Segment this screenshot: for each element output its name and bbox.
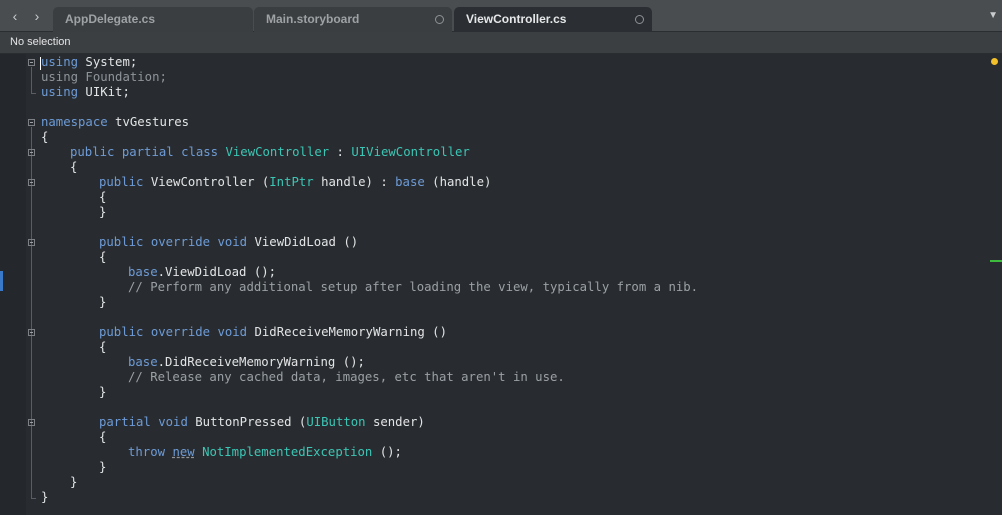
keyword: new bbox=[172, 445, 195, 459]
keyword: public bbox=[70, 145, 115, 159]
code-token: System; bbox=[78, 55, 138, 69]
keyword: using bbox=[41, 70, 79, 84]
keyword: base bbox=[128, 265, 158, 279]
code-line: { bbox=[99, 430, 107, 444]
tab-label: AppDelegate.cs bbox=[65, 12, 156, 26]
code-line: using UIKit; bbox=[41, 85, 130, 100]
fold-toggle-icon[interactable] bbox=[28, 329, 35, 336]
code-editor[interactable]: using System; using Foundation; using UI… bbox=[0, 54, 1002, 515]
fold-toggle-icon[interactable] bbox=[28, 119, 35, 126]
fold-toggle-icon[interactable] bbox=[28, 179, 35, 186]
tab-appdelegate[interactable]: AppDelegate.cs bbox=[53, 7, 253, 32]
forward-arrow-icon[interactable]: › bbox=[30, 9, 44, 23]
keyword: base bbox=[395, 175, 425, 189]
code-line: base.DidReceiveMemoryWarning (); bbox=[128, 355, 365, 370]
fold-toggle-icon[interactable] bbox=[28, 419, 35, 426]
code-token: UIKit; bbox=[78, 85, 130, 99]
back-arrow-icon[interactable]: ‹ bbox=[8, 9, 22, 23]
current-line-marker bbox=[0, 271, 3, 291]
type-name: IntPtr bbox=[269, 175, 314, 189]
code-line: public ViewController (IntPtr handle) : … bbox=[99, 175, 491, 190]
fold-toggle-icon[interactable] bbox=[28, 59, 35, 66]
code-token: DidReceiveMemoryWarning () bbox=[247, 325, 447, 339]
code-token: ViewDidLoad () bbox=[247, 235, 359, 249]
fold-toggle-icon[interactable] bbox=[28, 149, 35, 156]
code-line: namespace tvGestures bbox=[41, 115, 189, 130]
type-name: NotImplementedException bbox=[202, 445, 373, 459]
type-name: UIButton bbox=[306, 415, 366, 429]
keyword: base bbox=[128, 355, 158, 369]
code-token: : bbox=[329, 145, 352, 159]
keyword: void bbox=[217, 325, 248, 339]
code-line: } bbox=[99, 205, 107, 219]
keyword: void bbox=[158, 415, 188, 429]
keyword: class bbox=[181, 145, 219, 159]
keyword: public bbox=[99, 175, 144, 189]
tab-label: Main.storyboard bbox=[266, 12, 360, 26]
keyword: override bbox=[150, 235, 211, 249]
type-name: ViewController bbox=[225, 145, 330, 159]
fold-guide-end bbox=[31, 498, 36, 499]
tab-label: ViewController.cs bbox=[466, 12, 567, 26]
keyword: public bbox=[99, 325, 144, 339]
keyword: partial bbox=[121, 145, 174, 159]
line-gutter bbox=[0, 54, 26, 515]
code-line: { bbox=[99, 250, 107, 264]
code-token: ViewController ( bbox=[143, 175, 270, 189]
code-token: .DidReceiveMemoryWarning (); bbox=[157, 355, 365, 369]
code-line: { bbox=[41, 130, 49, 144]
code-line: { bbox=[99, 190, 107, 204]
code-token: ButtonPressed ( bbox=[187, 415, 307, 429]
code-comment: // Release any cached data, images, etc … bbox=[128, 370, 565, 384]
code-token: .ViewDidLoad (); bbox=[157, 265, 277, 279]
code-line: partial void ButtonPressed (UIButton sen… bbox=[99, 415, 425, 430]
change-marker[interactable] bbox=[990, 260, 1002, 262]
tab-bar: ‹ › AppDelegate.cs Main.storyboard ViewC… bbox=[0, 0, 1002, 32]
code-line: { bbox=[99, 340, 107, 354]
fold-toggle-icon[interactable] bbox=[28, 239, 35, 246]
keyword: using bbox=[41, 85, 79, 99]
keyword: namespace bbox=[41, 115, 108, 129]
code-line: using System; bbox=[41, 55, 137, 70]
code-line: using Foundation; bbox=[41, 70, 167, 85]
code-line: } bbox=[99, 385, 107, 399]
code-line: } bbox=[99, 460, 107, 474]
code-token: Foundation; bbox=[78, 70, 167, 84]
code-line: public override void ViewDidLoad () bbox=[99, 235, 358, 250]
close-tab-icon[interactable] bbox=[635, 15, 644, 24]
overview-ruler[interactable] bbox=[988, 54, 1002, 515]
breadcrumb-text: No selection bbox=[10, 36, 71, 48]
ide-window: ‹ › AppDelegate.cs Main.storyboard ViewC… bbox=[0, 0, 1002, 515]
keyword: throw bbox=[128, 445, 166, 459]
code-line: public partial class ViewController : UI… bbox=[70, 145, 470, 160]
code-token: handle) : bbox=[313, 175, 396, 189]
code-line: public override void DidReceiveMemoryWar… bbox=[99, 325, 447, 340]
keyword: override bbox=[150, 325, 211, 339]
code-comment: // Perform any additional setup after lo… bbox=[128, 280, 699, 294]
code-token: (handle) bbox=[424, 175, 492, 189]
tab-list-dropdown-icon[interactable]: ▼ bbox=[988, 9, 998, 23]
type-name: UIViewController bbox=[351, 145, 470, 159]
code-line: throw new NotImplementedException (); bbox=[128, 445, 402, 460]
code-token: tvGestures bbox=[107, 115, 190, 129]
warning-marker-icon[interactable] bbox=[991, 58, 998, 65]
keyword: public bbox=[99, 235, 144, 249]
keyword: using bbox=[41, 55, 79, 69]
fold-guide bbox=[31, 67, 32, 93]
breadcrumb-bar[interactable]: No selection bbox=[0, 32, 1002, 54]
fold-guide-end bbox=[31, 93, 36, 94]
code-line: base.ViewDidLoad (); bbox=[128, 265, 276, 280]
code-line: } bbox=[99, 295, 107, 309]
code-line: } bbox=[70, 475, 78, 489]
code-line: } bbox=[41, 490, 49, 504]
code-token: sender) bbox=[365, 415, 425, 429]
code-line: { bbox=[70, 160, 78, 174]
close-tab-icon[interactable] bbox=[435, 15, 444, 24]
tab-viewcontroller[interactable]: ViewController.cs bbox=[454, 7, 652, 32]
tab-main-storyboard[interactable]: Main.storyboard bbox=[254, 7, 452, 32]
keyword: partial bbox=[99, 415, 151, 429]
code-token: (); bbox=[372, 445, 402, 459]
keyword: void bbox=[217, 235, 248, 249]
